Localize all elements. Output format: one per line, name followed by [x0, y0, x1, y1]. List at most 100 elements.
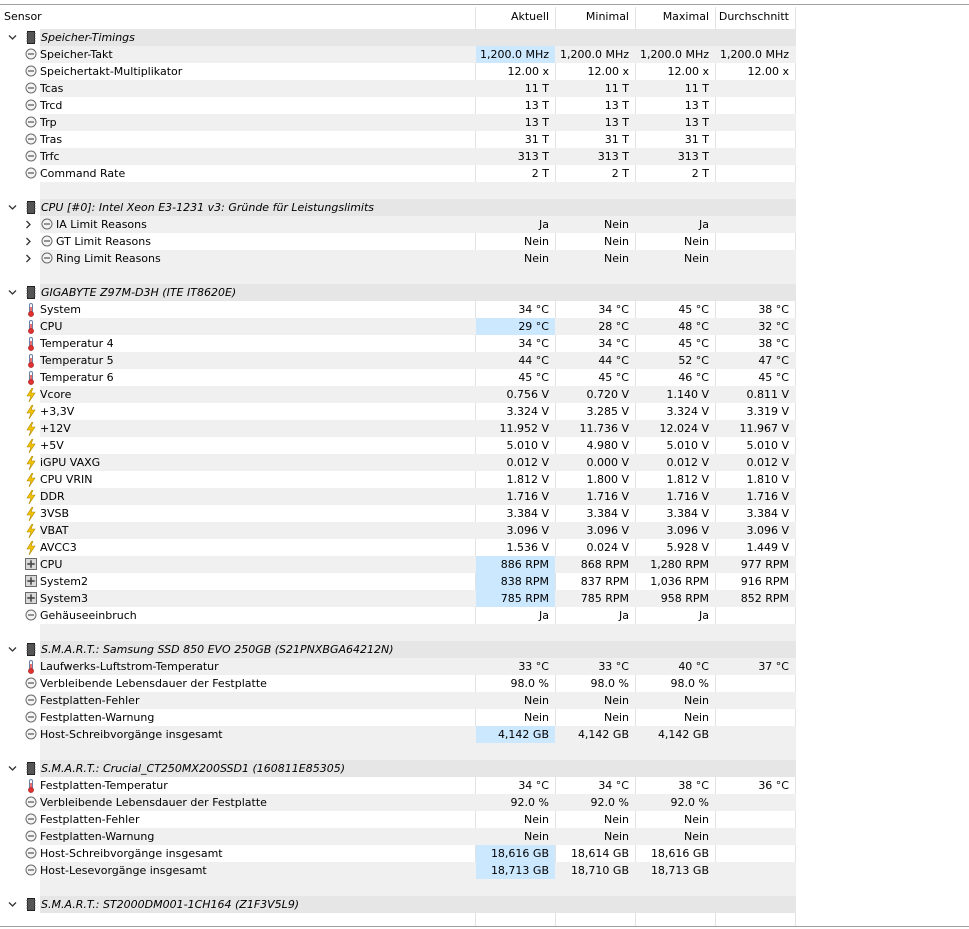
sensor-row[interactable]: CPU 29 °C 28 °C 48 °C 32 °C [0, 318, 969, 335]
minimum-value: 4.980 V [586, 439, 629, 452]
minimum-value: 98.0 % [590, 677, 629, 690]
maximum-value: 92.0 % [670, 796, 709, 809]
minimum-value: 1.800 V [586, 473, 629, 486]
expand-chevron-icon[interactable] [24, 254, 33, 263]
sensor-row[interactable]: AVCC3 1.536 V 0.024 V 5.928 V 1.449 V [0, 539, 969, 556]
sensor-row[interactable]: Temperatur 4 34 °C 34 °C 45 °C 38 °C [0, 335, 969, 352]
minimum-value: 12.00 x [587, 65, 630, 78]
sensor-row[interactable]: Gehäuseeinbruch Ja Ja Ja [0, 607, 969, 624]
sensor-row[interactable]: GT Limit Reasons Nein Nein Nein [0, 233, 969, 250]
sensor-row[interactable]: Temperatur 6 45 °C 45 °C 46 °C 45 °C [0, 369, 969, 386]
sensor-label: Speicher-Takt [40, 48, 113, 61]
sensor-group-row[interactable]: S.M.A.R.T.: Samsung SSD 850 EVO 250GB (S… [0, 641, 969, 658]
expand-chevron-icon[interactable] [24, 237, 33, 246]
column-header-current[interactable]: Aktuell [476, 7, 555, 27]
sensor-row[interactable]: CPU VRIN 1.812 V 1.800 V 1.812 V 1.810 V [0, 471, 969, 488]
minimum-value: 4,142 GB [577, 728, 629, 741]
sensor-row[interactable]: Host-Schreibvorgänge insgesamt 4,142 GB 4,… [0, 726, 969, 743]
sensor-group-row[interactable]: S.M.A.R.T.: ST2000DM001-1CH164 (Z1F3V5L9… [0, 896, 969, 913]
clock-icon [25, 167, 37, 180]
sensor-row[interactable]: Festplatten-Warnung Nein Nein Nein [0, 709, 969, 726]
sensor-row[interactable]: Festplatten-Fehler Nein Nein Nein [0, 692, 969, 709]
clock-icon [25, 65, 37, 78]
sensor-row[interactable]: Speichertakt-Multiplikator 12.00 x 12.00 x… [0, 63, 969, 80]
current-value: 45 °C [518, 371, 549, 384]
sensor-row[interactable]: Temperatur 5 44 °C 44 °C 52 °C 47 °C [0, 352, 969, 369]
collapse-chevron-icon[interactable] [8, 203, 17, 212]
sensor-row[interactable]: System2 838 RPM 837 RPM 1,036 RPM 916 RPM [0, 573, 969, 590]
sensor-row[interactable]: Vcore 0.756 V 0.720 V 1.140 V 0.811 V [0, 386, 969, 403]
sensor-row[interactable]: +5V 5.010 V 4.980 V 5.010 V 5.010 V [0, 437, 969, 454]
column-header-minimum[interactable]: Minimal [556, 7, 635, 27]
collapse-chevron-icon[interactable] [8, 900, 17, 909]
average-value: 1,200.0 MHz [719, 48, 789, 61]
clock-icon [41, 218, 53, 231]
spacer-row-background [40, 879, 796, 896]
sensor-tree: Speicher-Timings Speicher-Takt 1,200.0 MHz… [0, 29, 969, 913]
current-value: 29 °C [476, 318, 555, 335]
sensor-row[interactable]: CPU 886 RPM 868 RPM 1,280 RPM 977 RPM [0, 556, 969, 573]
column-header-sensor[interactable]: Sensor [0, 7, 475, 27]
maximum-value: 0.012 V [666, 456, 709, 469]
maximum-value: 1,036 RPM [650, 575, 709, 588]
collapse-chevron-icon[interactable] [8, 645, 17, 654]
sensor-label: Host-Schreibvorgänge insgesamt [40, 847, 223, 860]
current-value: 1.716 V [506, 490, 549, 503]
sensor-row[interactable]: Verbleibende Lebensdauer der Festplatte 9… [0, 675, 969, 692]
sensor-group-row[interactable]: GIGABYTE Z97M-D3H (ITE IT8620E) [0, 284, 969, 301]
average-value [716, 828, 795, 845]
sensor-row[interactable]: Command Rate 2 T 2 T 2 T [0, 165, 969, 182]
average-value [716, 726, 795, 743]
maximum-value: 98.0 % [670, 677, 709, 690]
sensor-row[interactable]: Tras 31 T 31 T 31 T [0, 131, 969, 148]
sensor-row[interactable]: Festplatten-Fehler Nein Nein Nein [0, 811, 969, 828]
chip-icon [26, 643, 36, 656]
current-value: 31 T [524, 133, 549, 146]
sensor-row[interactable]: Trcd 13 T 13 T 13 T [0, 97, 969, 114]
sensor-row[interactable]: Festplatten-Temperatur 34 °C 34 °C 38 °C 36 … [0, 777, 969, 794]
minimum-value: 837 RPM [580, 575, 629, 588]
average-value [716, 165, 795, 182]
sensor-row[interactable]: Host-Schreibvorgänge insgesamt 18,616 GB 1… [0, 845, 969, 862]
sensor-group-row[interactable]: CPU [#0]: Intel Xeon E3-1231 v3: Gründe … [0, 199, 969, 216]
column-header-average[interactable]: Durchschnitt [716, 7, 795, 27]
sensor-row[interactable]: Trfc 313 T 313 T 313 T [0, 148, 969, 165]
sensor-label: Temperatur 5 [40, 354, 114, 367]
sensor-row[interactable]: +12V 11.952 V 11.736 V 12.024 V 11.967 V [0, 420, 969, 437]
minimum-value: Nein [603, 235, 629, 248]
voltage-icon [25, 439, 37, 453]
sensor-row[interactable]: +3,3V 3.324 V 3.285 V 3.324 V 3.319 V [0, 403, 969, 420]
bottom-border [0, 926, 969, 927]
sensor-row[interactable]: Verbleibende Lebensdauer der Festplatte 9… [0, 794, 969, 811]
sensor-row[interactable]: Tcas 11 T 11 T 11 T [0, 80, 969, 97]
average-value [716, 607, 795, 624]
average-value [716, 131, 795, 148]
sensor-row[interactable]: Laufwerks-Luftstrom-Temperatur 33 °C 33 °C… [0, 658, 969, 675]
expand-chevron-icon[interactable] [24, 220, 33, 229]
sensor-row[interactable]: VBAT 3.096 V 3.096 V 3.096 V 3.096 V [0, 522, 969, 539]
fan-icon [25, 592, 37, 605]
current-value: 18,713 GB [476, 862, 555, 879]
voltage-icon [25, 541, 37, 555]
column-header-maximum[interactable]: Maximal [636, 7, 715, 27]
average-value [716, 692, 795, 709]
collapse-chevron-icon[interactable] [8, 764, 17, 773]
sensor-group-row[interactable]: S.M.A.R.T.: Crucial_CT250MX200SSD1 (1608… [0, 760, 969, 777]
sensor-row[interactable]: Speicher-Takt 1,200.0 MHz 1,200.0 MHz 1,200… [0, 46, 969, 63]
sensor-group-row[interactable]: Speicher-Timings [0, 29, 969, 46]
collapse-chevron-icon[interactable] [8, 33, 17, 42]
sensor-row[interactable]: System 34 °C 34 °C 45 °C 38 °C [0, 301, 969, 318]
sensor-row[interactable]: Festplatten-Warnung Nein Nein Nein [0, 828, 969, 845]
fan-icon [25, 575, 37, 588]
sensor-row[interactable]: IA Limit Reasons Ja Nein Ja [0, 216, 969, 233]
sensor-row[interactable]: Trp 13 T 13 T 13 T [0, 114, 969, 131]
sensor-row[interactable]: DDR 1.716 V 1.716 V 1.716 V 1.716 V [0, 488, 969, 505]
collapse-chevron-icon[interactable] [8, 288, 17, 297]
sensor-row[interactable]: Ring Limit Reasons Nein Nein Nein [0, 250, 969, 267]
sensor-row[interactable]: iGPU VAXG 0.012 V 0.000 V 0.012 V 0.012 V [0, 454, 969, 471]
average-value [716, 148, 795, 165]
sensor-row[interactable]: System3 785 RPM 785 RPM 958 RPM 852 RPM [0, 590, 969, 607]
sensor-row[interactable]: Host-Lesevorgänge insgesamt 18,713 GB 18,7… [0, 862, 969, 879]
current-value: 13 T [524, 116, 549, 129]
sensor-row[interactable]: 3VSB 3.384 V 3.384 V 3.384 V 3.384 V [0, 505, 969, 522]
